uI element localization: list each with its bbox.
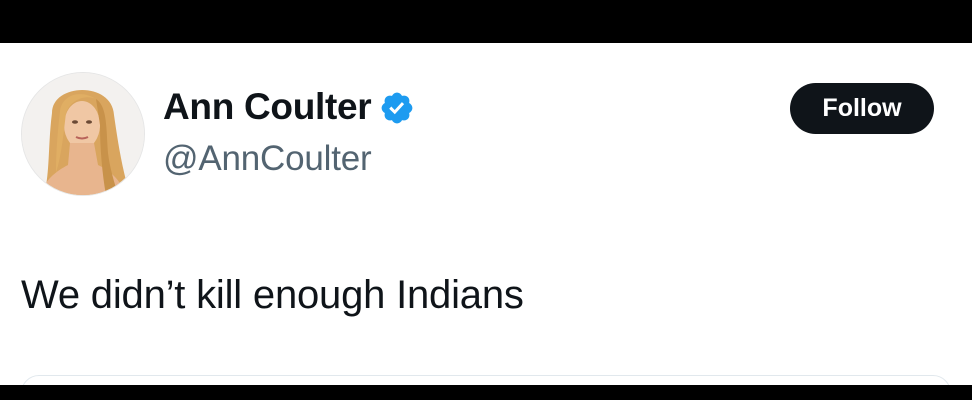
author-display-name[interactable]: Ann Coulter: [163, 85, 372, 129]
tweet-text: We didn’t kill enough Indians: [21, 273, 524, 317]
author-avatar[interactable]: [21, 72, 145, 196]
embedded-card-edge: [21, 375, 951, 385]
tweet-card: Ann Coulter @AnnCoulter Follow We didn’t…: [0, 43, 972, 385]
author-name-row: Ann Coulter: [163, 85, 415, 129]
profile-photo-icon: [22, 73, 144, 195]
author-handle[interactable]: @AnnCoulter: [163, 138, 372, 180]
follow-button[interactable]: Follow: [790, 83, 934, 134]
verified-badge-icon: [379, 90, 415, 126]
bottom-black-bar: [0, 385, 972, 400]
top-black-bar: [0, 0, 972, 43]
